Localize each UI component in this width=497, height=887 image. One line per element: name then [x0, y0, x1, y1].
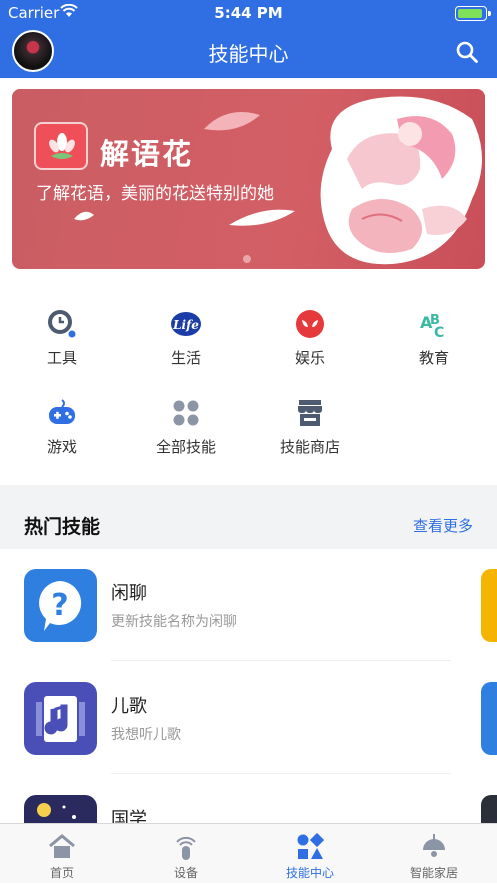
category-skill-store[interactable]: 技能商店: [248, 385, 372, 457]
promo-banner[interactable]: 解语花 了解花语，美丽的花送特别的她: [12, 89, 485, 269]
banner-title: 解语花: [100, 137, 194, 171]
next-card-peek[interactable]: [481, 569, 497, 642]
search-icon[interactable]: [455, 40, 479, 64]
home-icon: [48, 833, 76, 861]
tab-label: 设备: [173, 866, 198, 880]
category-label: 娱乐: [294, 349, 325, 367]
row-divider: [111, 660, 451, 661]
category-education[interactable]: ABC 教育: [372, 296, 496, 368]
category-label: 生活: [170, 349, 201, 367]
nav-bar: 技能中心: [0, 26, 497, 78]
category-life[interactable]: Life 生活: [124, 296, 248, 368]
category-label: 教育: [418, 349, 449, 367]
petal-icon: [74, 211, 94, 221]
tab-home[interactable]: 首页: [0, 824, 124, 884]
svg-text:?: ?: [51, 588, 68, 623]
tab-label: 首页: [49, 866, 74, 880]
skill-desc: 更新技能名称为闲聊: [111, 614, 237, 630]
svg-text:Life: Life: [172, 318, 199, 332]
skill-name: 闲聊: [111, 583, 147, 604]
page-title: 技能中心: [208, 42, 289, 66]
music-note-icon: [24, 682, 97, 755]
list-item[interactable]: ? 闲聊 更新技能名称为闲聊: [0, 549, 497, 661]
list-item[interactable]: 儿歌 我想听儿歌: [0, 662, 497, 774]
chat-question-icon: ?: [24, 569, 97, 642]
petal-icon: [229, 209, 295, 226]
hot-skills-title: 热门技能: [24, 516, 101, 538]
tab-bar: 首页 设备 技能中心 智能家居: [0, 823, 497, 883]
status-bar: Carrier 5:44 PM: [0, 0, 497, 26]
see-more-link[interactable]: 查看更多: [413, 515, 473, 536]
page-indicator-dot[interactable]: [243, 255, 251, 263]
tab-label: 智能家居: [409, 866, 458, 880]
life-icon: Life: [170, 308, 202, 340]
skill-name: 儿歌: [111, 696, 147, 717]
gamepad-icon: [46, 397, 78, 429]
category-label: 全部技能: [155, 438, 216, 456]
grid-icon: [170, 397, 202, 429]
tab-devices[interactable]: 设备: [124, 824, 248, 884]
store-icon: [294, 397, 326, 429]
next-card-peek[interactable]: [481, 682, 497, 755]
category-all-skills[interactable]: 全部技能: [124, 385, 248, 457]
category-games[interactable]: 游戏: [0, 385, 124, 457]
row-divider: [111, 773, 451, 774]
svg-text:C: C: [434, 325, 444, 340]
tab-skill-center[interactable]: 技能中心: [248, 824, 372, 884]
spiderman-icon: [294, 308, 326, 340]
skill-desc: 我想听儿歌: [111, 727, 181, 743]
tab-label: 技能中心: [285, 866, 334, 880]
category-label: 工具: [46, 349, 77, 367]
tab-smart-home[interactable]: 智能家居: [372, 824, 496, 884]
clock-icon: [46, 308, 78, 340]
category-entertainment[interactable]: 娱乐: [248, 296, 372, 368]
lamp-icon: [420, 833, 448, 861]
flower-logo-icon: [34, 122, 88, 170]
category-tools[interactable]: 工具: [0, 296, 124, 368]
flower-girl-illustration: [320, 96, 482, 265]
category-label: 技能商店: [279, 438, 340, 456]
battery-icon: [455, 6, 491, 21]
abc-icon: ABC: [418, 308, 450, 341]
clock-time: 5:44 PM: [214, 4, 283, 22]
skills-shapes-icon: [296, 832, 325, 861]
speaker-icon: [172, 833, 200, 861]
category-label: 游戏: [46, 438, 77, 456]
petal-icon: [204, 112, 260, 131]
banner-subtitle: 了解花语，美丽的花送特别的她: [36, 184, 274, 204]
